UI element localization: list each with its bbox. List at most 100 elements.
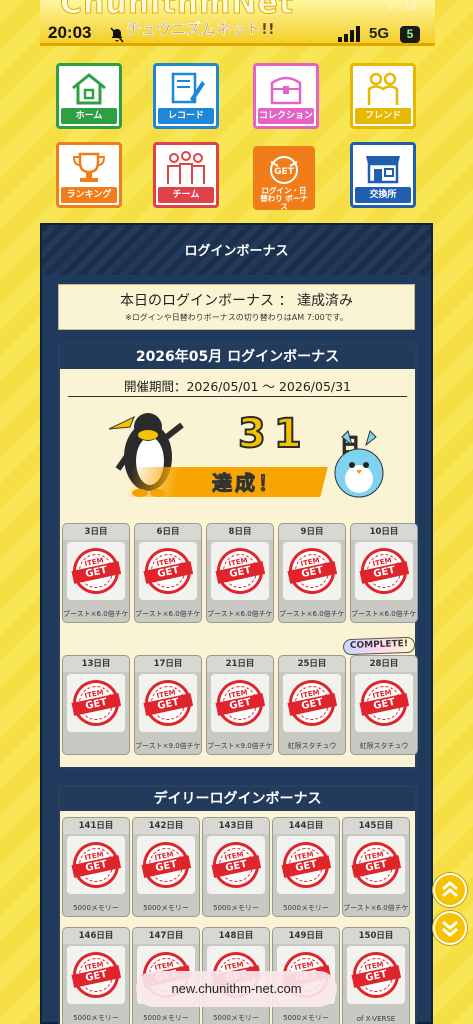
reward-card[interactable]: 17日目 ITEMGET ブースト×9.0倍チケット (134, 655, 202, 755)
get-bonus-icon: GET (270, 156, 298, 184)
reward-card[interactable]: 143日目 ITEM GET 5000メモリー (202, 817, 270, 917)
login-bonus-panel: ログインボーナス 本日のログインボーナス ： 達成済み ※ログインや日替わりボー… (40, 223, 433, 1024)
reward-image: ITEMGET (355, 674, 413, 732)
reward-name: ブースト×9.0倍チケット (207, 742, 273, 750)
reward-card[interactable]: 6日目 ITEMGET ブースト×6.0倍チケット (134, 523, 202, 623)
event-period: 開催期間：2026/05/01 ～ 2026/05/31 (68, 376, 407, 397)
reward-image: ITEMGET (355, 542, 413, 600)
nav-label: コレクション (258, 108, 314, 124)
reward-name: ブースト×6.0倍チケット (351, 610, 417, 618)
reward-image: ITEMGET (67, 836, 125, 894)
nav-ranking[interactable]: ランキング (56, 142, 122, 208)
nav-label: ログイン・日替わり ボーナス (258, 187, 310, 211)
svg-text:GET: GET (274, 167, 295, 177)
daily-title: デイリーログインボーナス (60, 787, 415, 811)
item-get-stamp-icon: ITEMGET (68, 543, 124, 599)
signal-icon (338, 26, 360, 42)
achievement-banner: 31 日 達成！ (102, 399, 402, 503)
url-bar[interactable]: new.chunithm-net.com (136, 971, 337, 1007)
reward-name: 5000メモリー (213, 1014, 259, 1022)
panel-title: ログインボーナス (42, 225, 431, 275)
reward-day: 141日目 (63, 818, 129, 834)
status-bar: 20:03 5G 5 (0, 22, 473, 48)
reward-day: 13日目 (63, 656, 129, 672)
scroll-top-button[interactable] (433, 873, 467, 907)
today-status: 本日のログインボーナス ： 達成済み (120, 293, 353, 309)
reward-image: ITEMGET (211, 542, 269, 600)
reward-card[interactable]: 9日目 ITEMGET ブースト×6.0倍チケット (278, 523, 346, 623)
reward-day: 146日目 (63, 928, 129, 944)
reward-name: ブースト×6.0倍チケット (279, 610, 345, 618)
reward-image: ITEMGET (347, 946, 405, 1004)
reward-card[interactable]: 3日目 ITEMGET ブースト×6.0倍チケット (62, 523, 130, 623)
reward-card[interactable]: 10日目 ITEMGET ブースト×6.0倍チケット (350, 523, 418, 623)
item-get-stamp-icon: ITEMGET (284, 675, 340, 731)
reward-image: ITEMGET (67, 542, 125, 600)
achieved-days: 31 (237, 410, 310, 458)
reward-day: 150日目 (343, 928, 409, 944)
reward-name: of X-VERSE (356, 1015, 396, 1023)
reward-card[interactable]: 150日目 ITEM GET of X-VERSE (342, 927, 410, 1024)
reward-image: ITEMGET (283, 674, 341, 732)
reward-card[interactable]: 8日目 ITEMGET ブースト×6.0倍チケット (206, 523, 274, 623)
item-get-stamp-icon: ITEMGET (212, 675, 268, 731)
reward-name: ブースト×6.0倍チケット (63, 610, 129, 618)
reward-image: ITEMGET (139, 674, 197, 732)
nav-friend[interactable]: フレンド (350, 63, 416, 129)
banner-version: 7.0 (385, 0, 417, 15)
record-icon (171, 72, 205, 104)
nav-login-bonus[interactable]: GET ログイン・日替わり ボーナス (253, 146, 315, 211)
monthly-bonus-box: 2026年05月 ログインボーナス 開催期間：2026/05/01 ～ 2026… (58, 343, 418, 769)
collection-icon (270, 76, 302, 105)
reward-image: ITEMGET (139, 542, 197, 600)
reward-card[interactable]: 142日目 ITEM GET 5000メモリー (132, 817, 200, 917)
reward-day: 28日目 (351, 656, 417, 672)
reward-image: ITEMGET (283, 542, 341, 600)
trophy-icon (72, 152, 106, 182)
item-get-stamp-icon: ITEMGET (278, 837, 334, 893)
reward-name: 5000メモリー (73, 904, 119, 912)
complete-badge: COMPLETE! (342, 636, 416, 656)
reward-day: 147日目 (133, 928, 199, 944)
nav-label: レコード (158, 108, 214, 124)
reward-day: 9日目 (279, 524, 345, 540)
item-get-stamp-icon: ITEMGET (356, 675, 412, 731)
reward-card[interactable]: 146日目 ITEM GET 5000メモリー (62, 927, 130, 1024)
reward-card[interactable]: 141日目 ITEM GET 5000メモリー (62, 817, 130, 917)
reward-day: 17日目 (135, 656, 201, 672)
reward-image: ITEMGET (207, 836, 265, 894)
scroll-bottom-button[interactable] (433, 911, 467, 945)
nav-label: フレンド (355, 108, 411, 124)
team-icon (167, 151, 205, 184)
battery-indicator: 5 (400, 26, 420, 43)
reward-card[interactable]: 25日目 ITEM GET 虹限スタチュウ (278, 655, 346, 755)
reward-name: 5000メモリー (73, 1014, 119, 1022)
reward-day: 6日目 (135, 524, 201, 540)
nav-record[interactable]: レコード (153, 63, 219, 129)
reward-name: 5000メモリー (283, 904, 329, 912)
reward-name: ブースト×6.0倍チケット (343, 904, 409, 912)
reward-card[interactable]: 145日目 ITEMGET ブースト×6.0倍チケット (342, 817, 410, 917)
reward-day: 148日目 (203, 928, 269, 944)
network-type: 5G (369, 25, 390, 42)
reward-card[interactable]: 144日目 ITEM GET 5000メモリー (272, 817, 340, 917)
reward-card[interactable]: 13日目 ITEM GET (62, 655, 130, 755)
nav-home[interactable]: ホーム (56, 63, 122, 129)
reward-card[interactable]: 21日目 ITEMGET ブースト×9.0倍チケット (206, 655, 274, 755)
bell-muted-icon (110, 27, 124, 43)
nav-team[interactable]: チーム (153, 142, 219, 208)
reward-day: 149日目 (273, 928, 339, 944)
reward-name: 5000メモリー (283, 1014, 329, 1022)
reward-name: ブースト×6.0倍チケット (207, 610, 273, 618)
shop-icon (366, 156, 400, 184)
friend-icon (367, 72, 399, 105)
nav-exchange[interactable]: 交換所 (350, 142, 416, 208)
reward-name: ブースト×9.0倍チケット (135, 742, 201, 750)
today-status-box: 本日のログインボーナス ： 達成済み ※ログインや日替わりボーナスの切り替わりは… (58, 284, 415, 330)
item-get-stamp-icon: ITEMGET (68, 837, 124, 893)
nav-label: 交換所 (355, 187, 411, 203)
reward-card[interactable]: 28日目 ITEM GET 虹限スタチュウ (350, 655, 418, 755)
achieved-label: 達成！ (212, 471, 281, 496)
item-get-stamp-icon: ITEMGET (348, 947, 404, 1003)
nav-collection[interactable]: コレクション (253, 63, 319, 129)
